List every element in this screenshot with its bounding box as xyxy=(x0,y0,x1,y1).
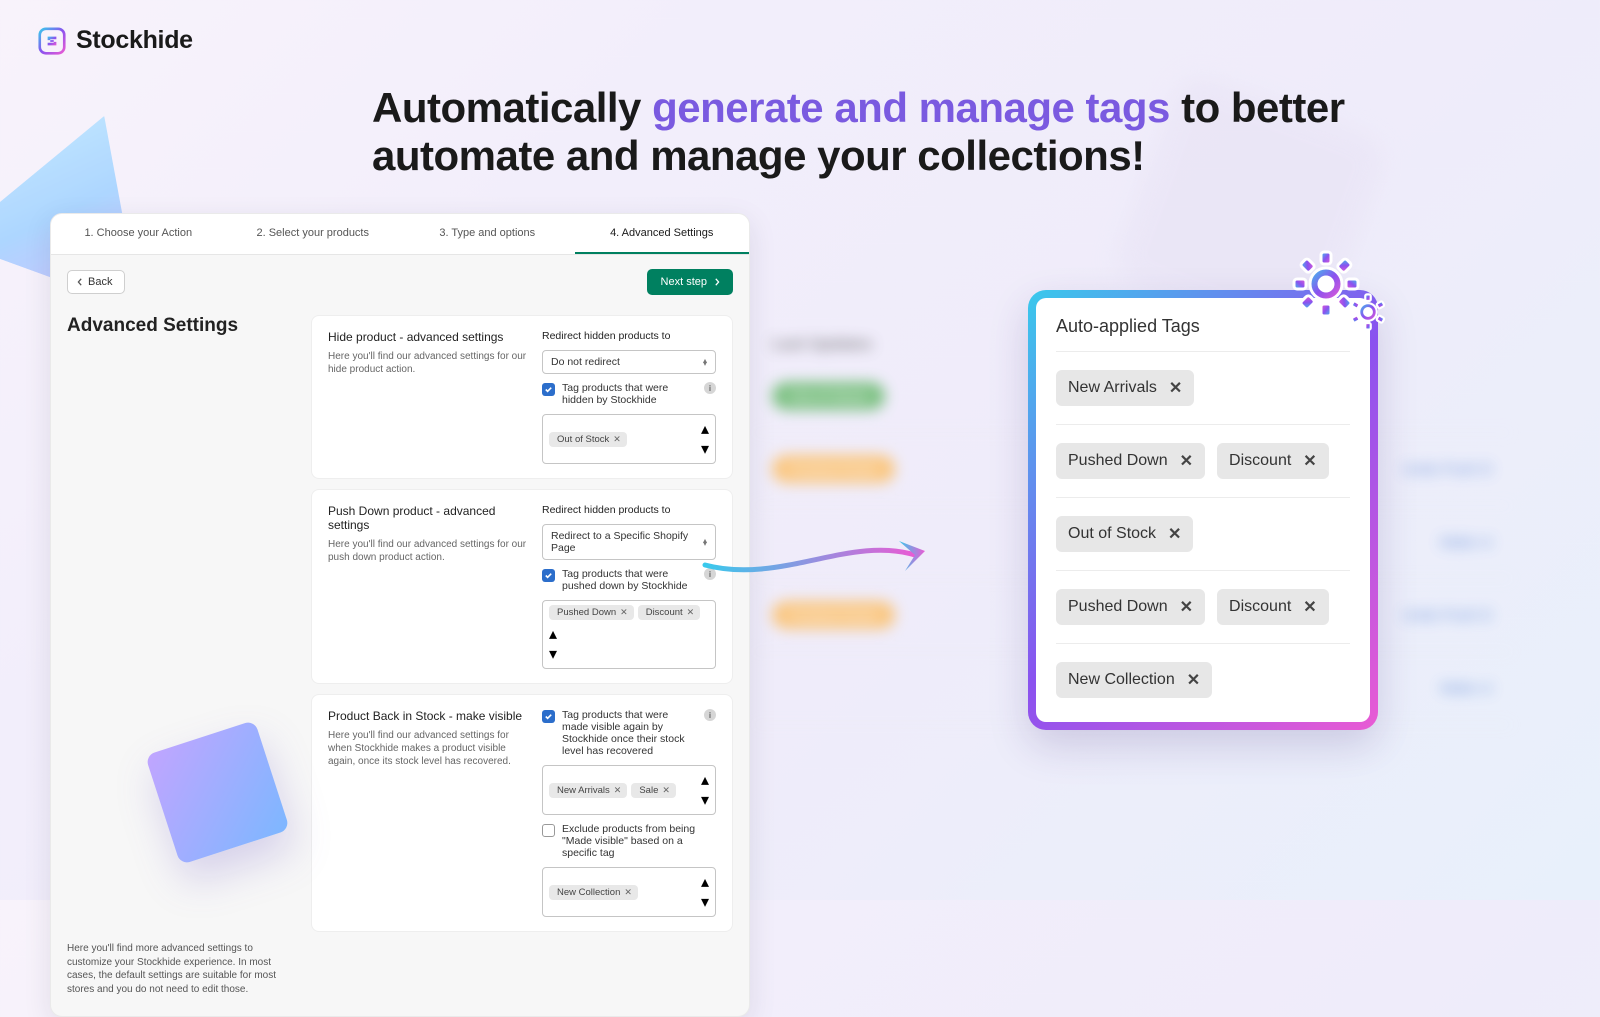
remove-tag-icon[interactable]: ✕ xyxy=(662,785,670,796)
checkbox-label: Tag products that were made visible agai… xyxy=(562,709,693,757)
tag-multiselect[interactable]: Pushed Down✕Discount✕▴▾ xyxy=(542,600,716,669)
settings-section: Push Down product - advanced settings He… xyxy=(311,489,733,684)
tag-card-row: Pushed Down✕ Discount✕ xyxy=(1056,424,1350,497)
remove-tag-icon[interactable]: ✕ xyxy=(1180,451,1193,471)
applied-tag-chip[interactable]: Discount✕ xyxy=(1217,443,1329,479)
tag-chip[interactable]: Out of Stock✕ xyxy=(549,432,627,447)
chevron-right-icon xyxy=(713,278,721,286)
tag-multiselect[interactable]: New Collection✕▴▾ xyxy=(542,867,716,917)
logo-text: Stockhide xyxy=(76,26,193,55)
remove-tag-icon[interactable]: ✕ xyxy=(620,607,628,618)
wizard-tab[interactable]: 4. Advanced Settings xyxy=(575,214,750,254)
remove-tag-icon[interactable]: ✕ xyxy=(1169,378,1182,398)
wizard-tab[interactable]: 2. Select your products xyxy=(226,214,401,254)
logo-icon xyxy=(38,27,66,55)
checkbox-label: Exclude products from being "Made visibl… xyxy=(562,823,716,859)
settings-panel: 1. Choose your Action2. Select your prod… xyxy=(50,213,750,1017)
checkbox-label: Tag products that were pushed down by St… xyxy=(562,568,693,592)
checkbox[interactable] xyxy=(542,569,555,582)
tag-multiselect[interactable]: New Arrivals✕Sale✕▴▾ xyxy=(542,765,716,815)
applied-tag-chip[interactable]: New Arrivals✕ xyxy=(1056,370,1194,406)
brand-logo: Stockhide xyxy=(38,26,193,55)
auto-applied-tags-card: Auto-applied Tags New Arrivals✕Pushed Do… xyxy=(1028,290,1378,730)
gears-icon xyxy=(1288,246,1398,346)
info-icon[interactable]: i xyxy=(704,382,716,394)
checkbox-label: Tag products that were hidden by Stockhi… xyxy=(562,382,693,406)
remove-tag-icon[interactable]: ✕ xyxy=(1303,451,1316,471)
checkbox[interactable] xyxy=(542,710,555,723)
remove-tag-icon[interactable]: ✕ xyxy=(624,887,632,898)
section-description: Here you'll find our advanced settings f… xyxy=(328,729,528,768)
section-title: Push Down product - advanced settings xyxy=(328,504,528,532)
applied-tag-chip[interactable]: Discount✕ xyxy=(1217,589,1329,625)
remove-tag-icon[interactable]: ✕ xyxy=(614,785,622,796)
applied-tag-chip[interactable]: Pushed Down✕ xyxy=(1056,443,1205,479)
tag-chip[interactable]: Sale✕ xyxy=(631,783,676,798)
next-step-button[interactable]: Next step xyxy=(647,269,733,295)
wizard-tab[interactable]: 3. Type and options xyxy=(400,214,575,254)
remove-tag-icon[interactable]: ✕ xyxy=(1187,670,1200,690)
redirect-select[interactable]: Redirect to a Specific Shopify Page▴▾ xyxy=(542,524,716,560)
tag-chip[interactable]: New Collection✕ xyxy=(549,885,638,900)
field-label: Redirect hidden products to xyxy=(542,330,716,342)
info-icon[interactable]: i xyxy=(704,709,716,721)
wizard-tab[interactable]: 1. Choose your Action xyxy=(51,214,226,254)
tag-card-row: Out of Stock✕ xyxy=(1056,497,1350,570)
section-description: Here you'll find our advanced settings f… xyxy=(328,350,528,376)
checkbox[interactable] xyxy=(542,824,555,837)
section-title: Product Back in Stock - make visible xyxy=(328,709,528,723)
connector-arrow-icon xyxy=(700,530,940,590)
remove-tag-icon[interactable]: ✕ xyxy=(687,607,695,618)
remove-tag-icon[interactable]: ✕ xyxy=(1168,524,1181,544)
tag-multiselect[interactable]: Out of Stock✕▴▾ xyxy=(542,414,716,464)
tag-chip[interactable]: Discount✕ xyxy=(638,605,701,620)
redirect-select[interactable]: Do not redirect▴▾ xyxy=(542,350,716,374)
settings-section: Hide product - advanced settings Here yo… xyxy=(311,315,733,479)
remove-tag-icon[interactable]: ✕ xyxy=(1180,597,1193,617)
wizard-tabs: 1. Choose your Action2. Select your prod… xyxy=(51,214,749,255)
tag-card-row: Pushed Down✕ Discount✕ xyxy=(1056,570,1350,643)
applied-tag-chip[interactable]: New Collection✕ xyxy=(1056,662,1212,698)
section-description: Here you'll find our advanced settings f… xyxy=(328,538,528,564)
tag-card-row: New Collection✕ xyxy=(1056,643,1350,716)
back-button[interactable]: Back xyxy=(67,270,125,294)
marketing-headline: Automatically generate and manage tags t… xyxy=(372,84,1362,181)
field-label: Redirect hidden products to xyxy=(542,504,716,516)
tag-chip[interactable]: Pushed Down✕ xyxy=(549,605,634,620)
chevron-left-icon xyxy=(76,278,84,286)
checkbox[interactable] xyxy=(542,383,555,396)
applied-tag-chip[interactable]: Out of Stock✕ xyxy=(1056,516,1193,552)
remove-tag-icon[interactable]: ✕ xyxy=(613,434,621,445)
applied-tag-chip[interactable]: Pushed Down✕ xyxy=(1056,589,1205,625)
panel-description: Here you'll find more advanced settings … xyxy=(67,942,297,996)
settings-section: Product Back in Stock - make visible Her… xyxy=(311,694,733,932)
tag-chip[interactable]: New Arrivals✕ xyxy=(549,783,627,798)
tag-card-row: New Arrivals✕ xyxy=(1056,351,1350,424)
section-title: Hide product - advanced settings xyxy=(328,330,528,344)
remove-tag-icon[interactable]: ✕ xyxy=(1303,597,1316,617)
